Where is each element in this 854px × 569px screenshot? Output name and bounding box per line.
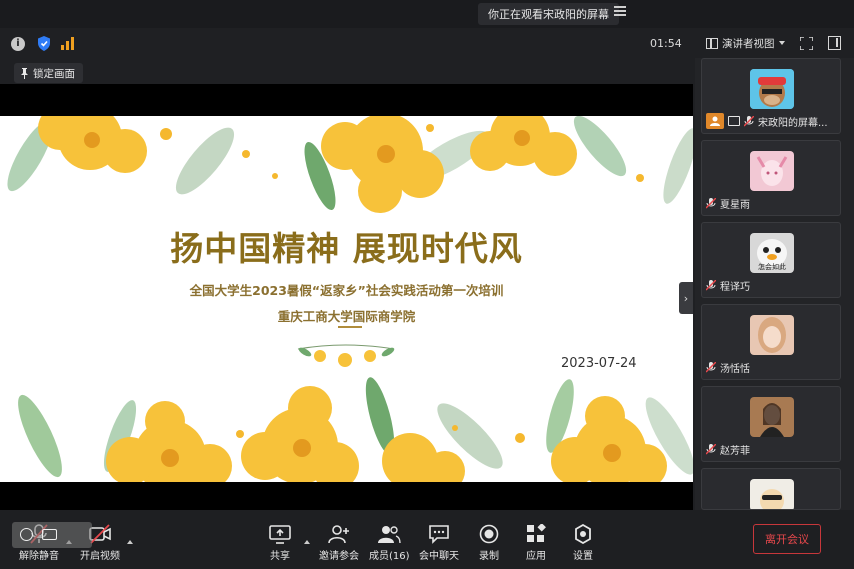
leave-meeting-label: 离开会议 bbox=[765, 533, 809, 546]
members-label: 成员(16) bbox=[369, 551, 410, 562]
chevron-down-icon bbox=[778, 41, 785, 45]
participant-name-row: 程译巧 bbox=[706, 278, 750, 293]
avatar-caption: 怎会如此 bbox=[758, 263, 786, 271]
avatar bbox=[750, 151, 794, 191]
invite-label: 邀请参会 bbox=[319, 551, 359, 562]
fullscreen-icon[interactable] bbox=[800, 37, 813, 50]
participant-tile[interactable]: 宋政阳的屏幕... bbox=[701, 58, 841, 134]
chat-icon bbox=[429, 525, 449, 544]
chevron-right-icon: › bbox=[683, 291, 689, 305]
collapse-panel-handle[interactable]: › bbox=[679, 282, 693, 314]
invite-button[interactable]: 邀请参会 bbox=[319, 524, 359, 562]
share-label: 共享 bbox=[270, 551, 290, 562]
participant-tile[interactable] bbox=[701, 468, 841, 510]
screen-share-icon bbox=[728, 116, 740, 126]
participant-tile[interactable]: 怎会如此 程译巧 bbox=[701, 222, 841, 298]
view-mode-dropdown[interactable]: 演讲者视图 bbox=[706, 35, 785, 51]
banner-menu-icon[interactable] bbox=[614, 6, 626, 18]
settings-button[interactable]: 设置 bbox=[571, 524, 595, 562]
host-icon bbox=[706, 113, 724, 129]
leave-meeting-button[interactable]: 离开会议 bbox=[753, 524, 821, 554]
participant-name: 夏星雨 bbox=[720, 200, 750, 211]
chat-button[interactable]: 会中聊天 bbox=[419, 524, 459, 562]
share-options-caret[interactable] bbox=[304, 540, 310, 544]
avatar: 怎会如此 bbox=[750, 233, 794, 273]
info-icon[interactable]: i bbox=[11, 37, 25, 51]
video-options-caret[interactable] bbox=[127, 540, 133, 544]
slide-title: 扬中国精神 展现时代风 bbox=[170, 229, 523, 268]
lock-view-label: 锁定画面 bbox=[33, 67, 75, 80]
signal-icon[interactable] bbox=[61, 36, 75, 50]
annotation-toolbar[interactable] bbox=[12, 522, 92, 548]
bottom-toolbar: 解除静音 开启视频 共享 邀请参会 成员(16) 会中聊天 录制 应用 设置 离… bbox=[0, 510, 854, 569]
participant-tile[interactable]: 汤恬恬 bbox=[701, 304, 841, 380]
mic-off-icon bbox=[744, 115, 754, 127]
mic-off-icon bbox=[706, 280, 716, 291]
apps-icon bbox=[527, 524, 546, 542]
participant-name: 程译巧 bbox=[720, 282, 750, 293]
participant-name: 宋政阳的屏幕... bbox=[758, 117, 828, 129]
participant-tile[interactable]: 夏星雨 bbox=[701, 140, 841, 216]
top-toolbar: i 01:54 演讲者视图 bbox=[0, 28, 854, 58]
participant-panel: 宋政阳的屏幕... 夏星雨 怎会如此 程译巧 汤恬恬 赵芳菲 bbox=[695, 58, 854, 510]
chat-label: 会中聊天 bbox=[419, 551, 459, 562]
participant-name-row: 宋政阳的屏幕... bbox=[706, 113, 828, 129]
slide-subtitle: 全国大学生2023暑假“返家乡”社会实践活动第一次培训 bbox=[189, 283, 504, 298]
avatar bbox=[750, 479, 794, 509]
presentation-slide: 扬中国精神 展现时代风 全国大学生2023暑假“返家乡”社会实践活动第一次培训 … bbox=[0, 116, 693, 482]
mic-off-icon bbox=[706, 198, 716, 209]
members-button[interactable]: 成员(16) bbox=[369, 524, 410, 562]
shared-screen[interactable]: 扬中国精神 展现时代风 全国大学生2023暑假“返家乡”社会实践活动第一次培训 … bbox=[0, 84, 693, 548]
lock-view-button[interactable]: 锁定画面 bbox=[14, 63, 83, 83]
settings-label: 设置 bbox=[573, 551, 593, 562]
share-screen-icon bbox=[269, 525, 291, 544]
flower-decoration bbox=[7, 116, 693, 482]
emoji-icon[interactable] bbox=[20, 528, 33, 541]
meeting-timer: 01:54 bbox=[650, 37, 682, 50]
apps-button[interactable]: 应用 bbox=[524, 524, 548, 562]
participant-name: 汤恬恬 bbox=[720, 364, 750, 375]
members-icon bbox=[378, 526, 401, 544]
record-label: 录制 bbox=[479, 551, 499, 562]
meeting-window: 你正在观看宋政阳的屏幕 i 01:54 演讲者视图 锁定画面 扬中国精神 展现时… bbox=[0, 0, 854, 569]
add-user-icon bbox=[328, 525, 349, 544]
screen-share-banner: 你正在观看宋政阳的屏幕 bbox=[478, 3, 619, 25]
slide-divider bbox=[338, 326, 362, 328]
avatar bbox=[750, 315, 794, 355]
apps-label: 应用 bbox=[526, 551, 546, 562]
gear-icon bbox=[575, 524, 591, 544]
mic-off-icon bbox=[706, 444, 716, 455]
participant-name-row: 赵芳菲 bbox=[706, 442, 750, 457]
mic-off-icon bbox=[706, 362, 716, 373]
participant-name-row: 汤恬恬 bbox=[706, 360, 750, 375]
start-video-label: 开启视频 bbox=[80, 551, 120, 562]
slide-date: 2023-07-24 bbox=[561, 356, 637, 371]
avatar bbox=[750, 397, 794, 437]
participant-tile[interactable]: 赵芳菲 bbox=[701, 386, 841, 462]
title-bar: 你正在观看宋政阳的屏幕 bbox=[0, 0, 854, 28]
layout-grid-icon bbox=[706, 37, 718, 49]
comment-icon[interactable] bbox=[42, 529, 57, 540]
participant-name-row: 夏星雨 bbox=[706, 196, 750, 211]
unmute-label: 解除静音 bbox=[19, 551, 59, 562]
pin-icon bbox=[21, 67, 28, 79]
participant-name: 赵芳菲 bbox=[720, 446, 750, 457]
record-button[interactable]: 录制 bbox=[477, 524, 501, 562]
view-mode-label: 演讲者视图 bbox=[722, 37, 775, 50]
share-button[interactable]: 共享 bbox=[268, 524, 292, 562]
shield-icon[interactable] bbox=[37, 36, 51, 51]
slide-organization: 重庆工商大学国际商学院 bbox=[277, 309, 416, 324]
screen-share-banner-text: 你正在观看宋政阳的屏幕 bbox=[488, 8, 609, 21]
panel-toggle-icon[interactable] bbox=[828, 36, 841, 50]
avatar bbox=[750, 69, 794, 109]
record-icon bbox=[479, 524, 499, 544]
